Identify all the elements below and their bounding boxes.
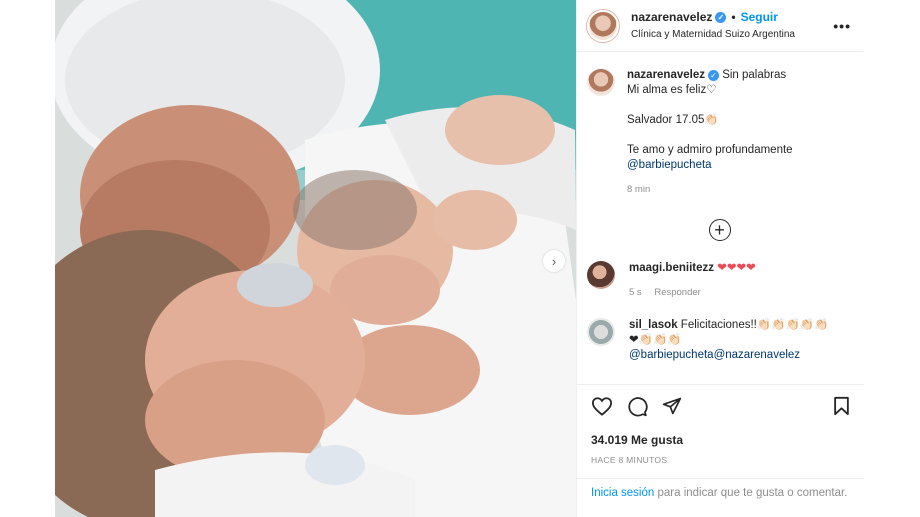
more-options-icon[interactable]: ••• [833,18,851,34]
caption-text: Sin palabras [722,69,787,81]
commenter-username[interactable]: maagi.beniitezz [629,262,714,274]
reply-button[interactable]: Responder [654,287,700,298]
newborn-photo-illustration [55,0,576,517]
likes-count[interactable]: 34.019 Me gusta [591,433,850,447]
caption-line: Te amo y admiro profundamente [627,144,793,156]
posted-time: HACE 8 MINUTOS [591,455,668,465]
load-more-comments-button[interactable]: + [708,219,731,241]
caption-mention[interactable]: @barbiepucheta [627,158,793,173]
login-prompt-text: para indicar que te gusta o comentar. [654,487,848,499]
action-icons [591,395,850,417]
login-prompt: Inicia sesión para indicar que te gusta … [577,478,864,502]
chevron-right-icon: › [551,253,557,269]
comment-text: ❤❤❤❤ [717,262,756,274]
author-username[interactable]: nazarenavelez [631,10,712,25]
comment-meta: 5 s Responder [629,285,756,300]
verified-badge-icon: ✓ [708,70,719,81]
plus-icon: + [714,220,725,240]
share-icon[interactable] [662,396,682,416]
post-photo[interactable]: › [55,0,576,517]
commenter-avatar[interactable] [587,318,615,346]
header-text: nazarenavelez ✓ • Seguir Clínica y Mater… [631,10,833,42]
caption-avatar[interactable] [587,68,615,96]
comment-line: sil_lasok Felicitaciones!!👏🏻👏🏻👏🏻👏🏻👏🏻 [629,318,828,333]
instagram-post: › nazarenavelez ✓ • Seguir Clínica y Mat… [55,0,864,517]
separator-dot: • [731,9,736,24]
comment: maagi.beniitezz ❤❤❤❤ 5 s Responder [587,261,852,300]
comment-body: maagi.beniitezz ❤❤❤❤ 5 s Responder [629,261,756,300]
commenter-avatar[interactable] [587,261,615,289]
caption-line: Mi alma es feliz♡ [627,84,717,96]
caption-username[interactable]: nazarenavelez [627,69,705,81]
login-link[interactable]: Inicia sesión [591,487,654,499]
comment-text: Felicitaciones!!👏🏻👏🏻👏🏻👏🏻👏🏻 [680,319,829,331]
verified-badge-icon: ✓ [715,11,727,23]
commenter-username[interactable]: sil_lasok [629,319,678,331]
next-photo-button[interactable]: › [543,250,565,272]
caption-body: nazarenavelez ✓ Sin palabras Mi alma es f… [627,68,793,197]
comments-section[interactable]: nazarenavelez ✓ Sin palabras Mi alma es f… [577,52,864,384]
comment-line: maagi.beniitezz ❤❤❤❤ [629,261,756,276]
caption-time: 8 min [627,184,651,195]
post-location[interactable]: Clínica y Maternidad Suizo Argentina [631,27,833,42]
author-avatar[interactable] [587,9,619,42]
follow-button[interactable]: Seguir [741,10,778,25]
comment-line: ❤👏🏻👏🏻👏🏻 [629,334,682,346]
bookmark-icon[interactable] [833,396,850,416]
caption-line: Salvador 17.05👏🏻 [627,114,719,126]
caption: nazarenavelez ✓ Sin palabras Mi alma es f… [587,68,852,197]
post-header: nazarenavelez ✓ • Seguir Clínica y Mater… [577,0,863,52]
comment-icon[interactable] [627,396,648,417]
comment-body: sil_lasok Felicitaciones!!👏🏻👏🏻👏🏻👏🏻👏🏻 ❤👏🏻… [629,318,828,363]
post-sidebar: nazarenavelez ✓ • Seguir Clínica y Mater… [576,0,864,517]
heart-icon[interactable] [591,396,613,416]
comment: sil_lasok Felicitaciones!!👏🏻👏🏻👏🏻👏🏻👏🏻 ❤👏🏻… [587,318,852,363]
caption-first-line: nazarenavelez ✓ Sin palabras [627,68,793,83]
header-line: nazarenavelez ✓ • Seguir [631,10,833,25]
comment-mentions[interactable]: @barbiepucheta@nazarenavelez [629,348,828,363]
post-actions: 34.019 Me gusta HACE 8 MINUTOS [577,384,864,465]
comment-time: 5 s [629,287,642,298]
